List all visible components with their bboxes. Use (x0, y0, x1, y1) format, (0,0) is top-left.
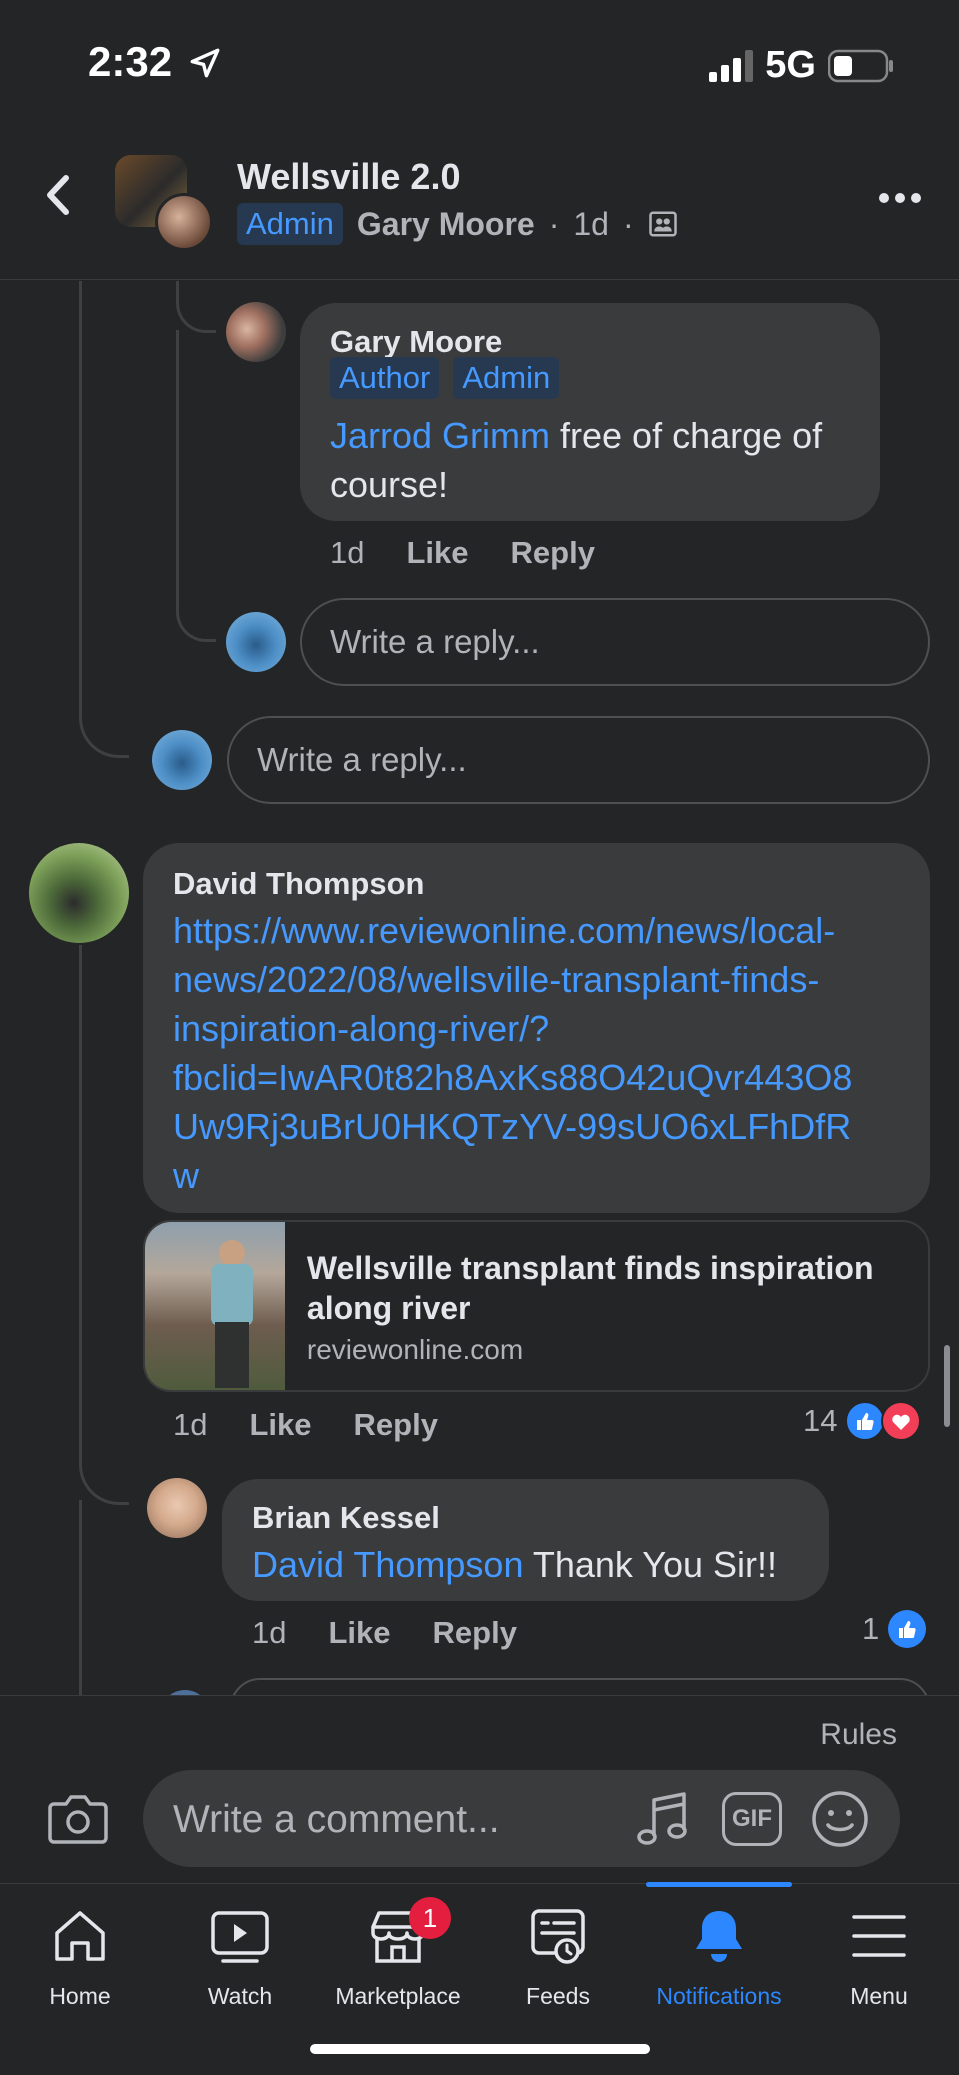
camera-icon[interactable] (48, 1792, 108, 1846)
gif-button[interactable]: GIF (722, 1792, 782, 1846)
status-time: 2:32 (88, 38, 173, 85)
link-preview-card[interactable]: Wellsville transplant finds inspiration … (143, 1220, 930, 1392)
current-user-avatar (226, 612, 286, 672)
like-button[interactable]: Like (328, 1615, 390, 1651)
mention-link[interactable]: David Thompson (252, 1544, 523, 1585)
admin-badge: Admin (237, 203, 343, 245)
comment-author[interactable]: David Thompson (173, 866, 424, 902)
comment-placeholder: Write a comment... (173, 1798, 500, 1841)
comment-time[interactable]: 1d (252, 1615, 286, 1651)
tab-label: Feeds (526, 1983, 590, 2009)
like-button[interactable]: Like (249, 1407, 311, 1443)
separator: · (622, 205, 634, 242)
network-type: 5G (765, 44, 816, 86)
reactions-summary[interactable]: 14 (803, 1401, 922, 1441)
tab-notifications[interactable]: Notifications (639, 1905, 799, 2010)
comment-url-link[interactable]: https://www.reviewonline.com/news/local-… (173, 906, 913, 1200)
thread-line (176, 330, 216, 642)
brian-kessel-avatar[interactable] (147, 1478, 207, 1538)
reply-button[interactable]: Reply (511, 535, 595, 571)
thread-line (79, 945, 129, 1505)
comment-author[interactable]: Brian Kessel (252, 1500, 440, 1536)
emoji-icon[interactable] (810, 1789, 870, 1849)
bell-icon (696, 1911, 742, 1962)
comment-time[interactable]: 1d (330, 535, 364, 571)
comment-author[interactable]: Gary Moore (330, 324, 502, 360)
notification-badge: 1 (409, 1897, 451, 1939)
hamburger-menu-icon (852, 1915, 906, 1957)
admin-badge: Admin (453, 357, 560, 399)
watch-video-icon (211, 1911, 269, 1963)
comment-actions: 1d Like Reply (173, 1407, 438, 1443)
like-reaction-icon (888, 1610, 927, 1648)
comment-time[interactable]: 1d (173, 1407, 207, 1443)
group-title[interactable]: Wellsville 2.0 (237, 156, 460, 198)
reply-input[interactable]: Write a reply... (300, 598, 930, 686)
feeds-icon (531, 1909, 585, 1964)
rules-link[interactable]: Rules (820, 1718, 897, 1752)
battery-icon (828, 49, 893, 82)
comment-text: Jarrod Grimm free of charge of course! (330, 415, 823, 505)
reaction-count: 14 (803, 1403, 838, 1438)
comment-text: David Thompson Thank You Sir!! (252, 1544, 777, 1585)
comment-badges: Author Admin (330, 357, 560, 399)
like-button[interactable]: Like (406, 535, 468, 571)
tab-label: Notifications (656, 1983, 782, 2009)
link-domain: reviewonline.com (306, 1334, 524, 1365)
current-user-avatar (152, 730, 212, 790)
members-group-icon (648, 211, 677, 237)
tab-label: Marketplace (335, 1983, 461, 2009)
thread-line (79, 281, 129, 758)
active-tab-indicator (646, 1882, 792, 1887)
david-thompson-avatar[interactable] (29, 843, 129, 943)
group-avatar[interactable] (115, 155, 213, 251)
post-time[interactable]: 1d (573, 206, 609, 243)
mention-link[interactable]: Jarrod Grimm (330, 415, 550, 456)
tab-label: Menu (850, 1983, 908, 2009)
tab-home[interactable]: Home (0, 1905, 160, 2010)
author-badge: Author (330, 357, 440, 399)
thread-line (79, 1500, 82, 1700)
status-indicators: 5G (709, 44, 894, 87)
reactions-summary[interactable]: 1 (862, 1609, 927, 1649)
tab-marketplace[interactable]: 1 Marketplace (318, 1897, 478, 2010)
gary-moore-avatar[interactable] (226, 302, 286, 362)
scrollbar-thumb[interactable] (944, 1345, 950, 1427)
reply-button[interactable]: Reply (433, 1615, 517, 1651)
more-options-button[interactable] (873, 190, 921, 208)
signal-icon (709, 49, 754, 82)
link-thumbnail (145, 1222, 285, 1390)
reaction-count: 1 (862, 1611, 880, 1646)
separator: · (548, 205, 560, 242)
music-note-icon[interactable] (634, 1790, 690, 1850)
home-icon (55, 1911, 105, 1961)
tab-feeds[interactable]: Feeds (478, 1905, 638, 2010)
reply-input[interactable]: Write a reply... (227, 716, 930, 804)
comment-actions: 1d Like Reply (330, 535, 595, 571)
link-title[interactable]: Wellsville transplant finds inspiration … (307, 1248, 908, 1328)
user-avatar (155, 193, 213, 251)
comment-actions: 1d Like Reply (252, 1615, 517, 1651)
back-arrow-icon[interactable] (40, 170, 80, 220)
tab-label: Watch (207, 1983, 273, 2009)
home-indicator[interactable] (310, 2044, 650, 2054)
reply-button[interactable]: Reply (354, 1407, 438, 1443)
location-arrow-icon (190, 48, 220, 78)
tab-label: Home (49, 1983, 111, 2009)
love-reaction-icon (881, 1401, 922, 1441)
tab-watch[interactable]: Watch (160, 1905, 320, 2010)
post-meta: Admin Gary Moore · 1d · (237, 203, 678, 245)
thread-line (176, 281, 216, 333)
like-reaction-icon (845, 1401, 886, 1441)
author-name[interactable]: Gary Moore (357, 206, 535, 243)
tab-menu[interactable]: Menu (799, 1905, 959, 2010)
